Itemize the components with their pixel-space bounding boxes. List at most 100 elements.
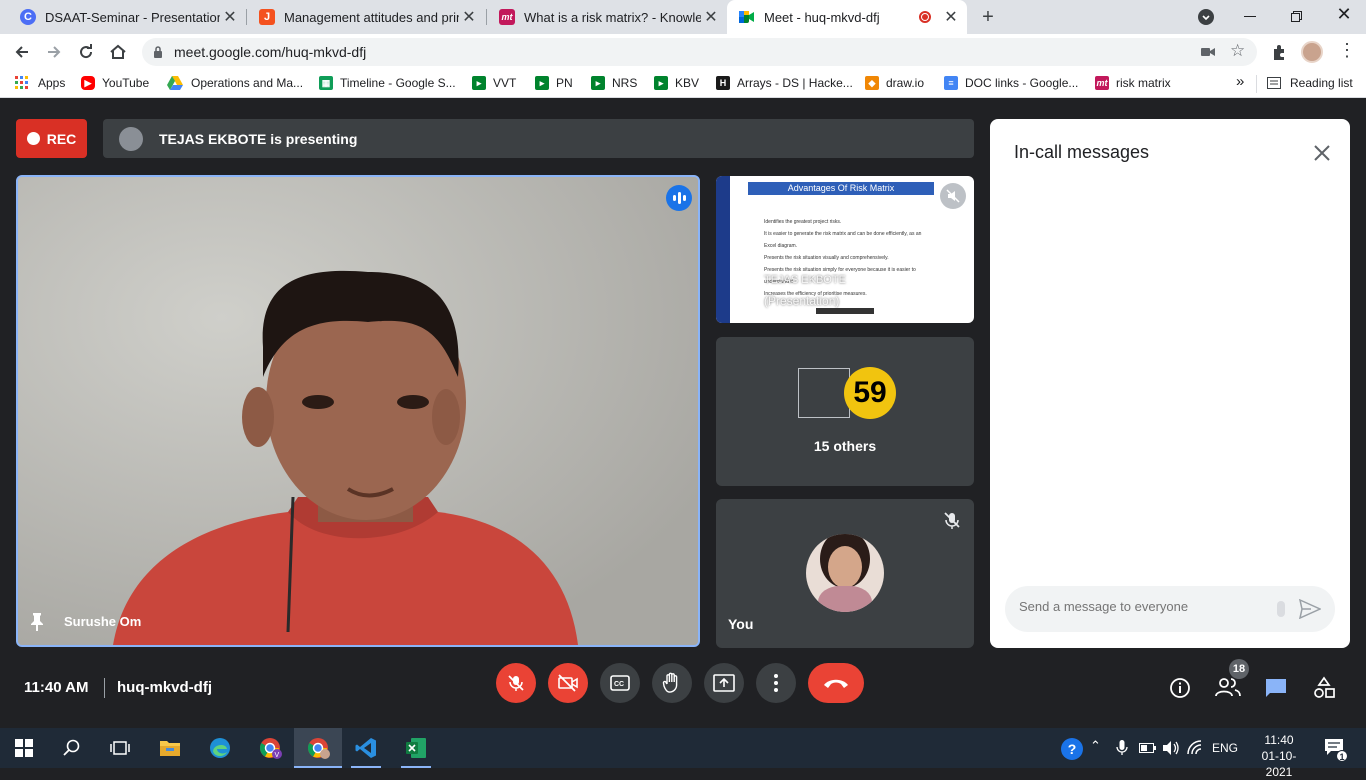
battery-icon[interactable] [1139,742,1157,754]
presenting-banner[interactable]: TEJAS EKBOTE is presenting [103,119,974,158]
bookmark-kbv[interactable]: ▸ KBV [654,76,699,90]
tab-management-attitudes[interactable]: J Management attitudes and princ ✕ [247,0,485,34]
tab-risk-matrix[interactable]: mt What is a risk matrix? - Knowledg ✕ [487,0,727,34]
presentation-tile[interactable]: Advantages Of Risk Matrix Identifies the… [716,176,974,323]
reading-list-button[interactable]: Reading list [1267,76,1353,90]
mic-off-icon [941,509,963,531]
back-button[interactable] [10,40,34,64]
excel-button[interactable] [392,728,440,768]
send-icon[interactable] [1299,599,1321,619]
new-tab-button[interactable]: + [976,5,1000,29]
raise-hand-button[interactable] [652,663,692,703]
help-icon[interactable]: ? [1061,738,1083,760]
toggle-mic-button[interactable] [496,663,536,703]
edge-button[interactable] [196,728,244,768]
bookmark-drawio[interactable]: ◆ draw.io [865,76,924,90]
tab-meet[interactable]: Meet - huq-mkvd-dfj ✕ [727,0,967,34]
search-button[interactable] [48,728,96,768]
profile-avatar[interactable] [1301,41,1323,63]
activities-button[interactable] [1312,676,1336,700]
wifi-icon[interactable] [1187,740,1205,756]
home-button[interactable] [106,40,130,64]
start-button[interactable] [0,728,48,768]
minimize-button[interactable] [1240,8,1260,26]
camera-icon[interactable] [1201,46,1215,58]
toggle-camera-button[interactable] [548,663,588,703]
chevron-up-icon[interactable]: ⌃ [1090,738,1101,754]
presenting-label: TEJAS EKBOTE is presenting [159,130,358,147]
bookmark-label: draw.io [886,76,925,90]
captions-button[interactable]: CC [600,663,640,703]
chat-icon [1266,679,1286,697]
message-input[interactable] [1019,599,1269,614]
others-tile[interactable]: 59 15 others [716,337,974,486]
participant-name: Surushe Om [64,614,142,629]
pin-icon[interactable] [30,613,44,631]
main-video-tile[interactable]: Surushe Om [16,175,700,647]
self-tile[interactable]: You [716,499,974,648]
message-input-box[interactable] [1005,586,1335,632]
close-tab-icon[interactable]: ✕ [701,7,721,27]
drawio-icon: ◆ [865,76,879,90]
slide-footer [816,308,874,314]
meet-icon: ▸ [654,76,668,90]
close-tab-icon[interactable]: ✕ [941,7,961,27]
bookmark-timeline[interactable]: ▦ Timeline - Google S... [319,76,456,90]
forward-button[interactable] [42,40,66,64]
task-view-button[interactable] [96,728,144,768]
journal-icon: J [259,9,275,25]
people-button[interactable] [1215,676,1241,700]
slide-bullet: Identifies the greatest project risks. [764,219,842,225]
others-count-avatar: 59 [844,367,896,419]
bookmark-apps[interactable]: Apps [15,76,65,90]
close-window-button[interactable]: ✕ [1334,4,1354,28]
present-screen-button[interactable] [704,663,744,703]
tab-dsaat-seminar[interactable]: C DSAAT-Seminar - Presentation (1 ✕ [8,0,246,34]
close-panel-button[interactable] [1310,141,1334,165]
reading-list-icon [1267,77,1281,89]
chrome-icon: V [259,738,282,759]
action-center-button[interactable]: 1 [1324,738,1348,762]
bookmark-operations[interactable]: Operations and Ma... [167,76,303,90]
meeting-details-button[interactable] [1169,677,1191,699]
language-indicator[interactable]: ENG [1212,741,1238,755]
chrome-profile-v-button[interactable]: V [246,728,294,768]
tab-title: Meet - huq-mkvd-dfj [764,9,880,25]
bookmark-doc-links[interactable]: ≡ DOC links - Google... [944,76,1078,90]
bookmark-label: VVT [493,76,517,90]
info-icon [1170,678,1190,698]
reload-button[interactable] [74,40,98,64]
tab-title: DSAAT-Seminar - Presentation (1 [45,9,220,25]
muted-icon [940,183,966,209]
bookmark-pn[interactable]: ▸ PN [535,76,573,90]
bookmark-arrays[interactable]: H Arrays - DS | Hacke... [716,76,853,90]
taskbar-clock[interactable]: 11:40 01-10-2021 [1252,732,1306,780]
volume-icon[interactable] [1162,740,1180,756]
bookmark-nrs[interactable]: ▸ NRS [591,76,637,90]
restore-button[interactable] [1287,8,1307,26]
chrome-active-button[interactable] [294,728,342,768]
bookmark-risk-matrix[interactable]: mt risk matrix [1095,76,1171,90]
address-bar[interactable]: meet.google.com/huq-mkvd-dfj ☆ [142,38,1257,66]
chat-button[interactable] [1264,677,1288,699]
bookmark-label: Operations and Ma... [191,76,304,90]
file-explorer-button[interactable] [146,728,194,768]
tab-search-button[interactable] [1198,9,1214,25]
close-tab-icon[interactable]: ✕ [459,7,479,27]
vscode-button[interactable] [342,728,390,768]
bookmark-vvt[interactable]: ▸ VVT [472,76,516,90]
bookmark-youtube[interactable]: ▶ YouTube [81,76,149,90]
browser-menu-icon[interactable]: ⋮ [1338,40,1356,60]
more-options-button[interactable] [756,663,796,703]
microphone-tray-icon[interactable] [1116,740,1128,756]
leave-call-button[interactable] [808,663,864,703]
extensions-icon[interactable] [1271,44,1288,61]
bookmark-star-icon[interactable]: ☆ [1230,41,1245,61]
recording-badge[interactable]: REC [16,119,87,158]
more-vert-icon [774,674,778,692]
more-bookmarks-button[interactable]: » [1236,73,1244,90]
meet-icon [739,9,755,25]
meet-call-area: REC TEJAS EKBOTE is presenting Surushe O… [0,99,1366,728]
slide-title: Advantages Of Risk Matrix [748,182,934,195]
close-tab-icon[interactable]: ✕ [220,7,240,27]
